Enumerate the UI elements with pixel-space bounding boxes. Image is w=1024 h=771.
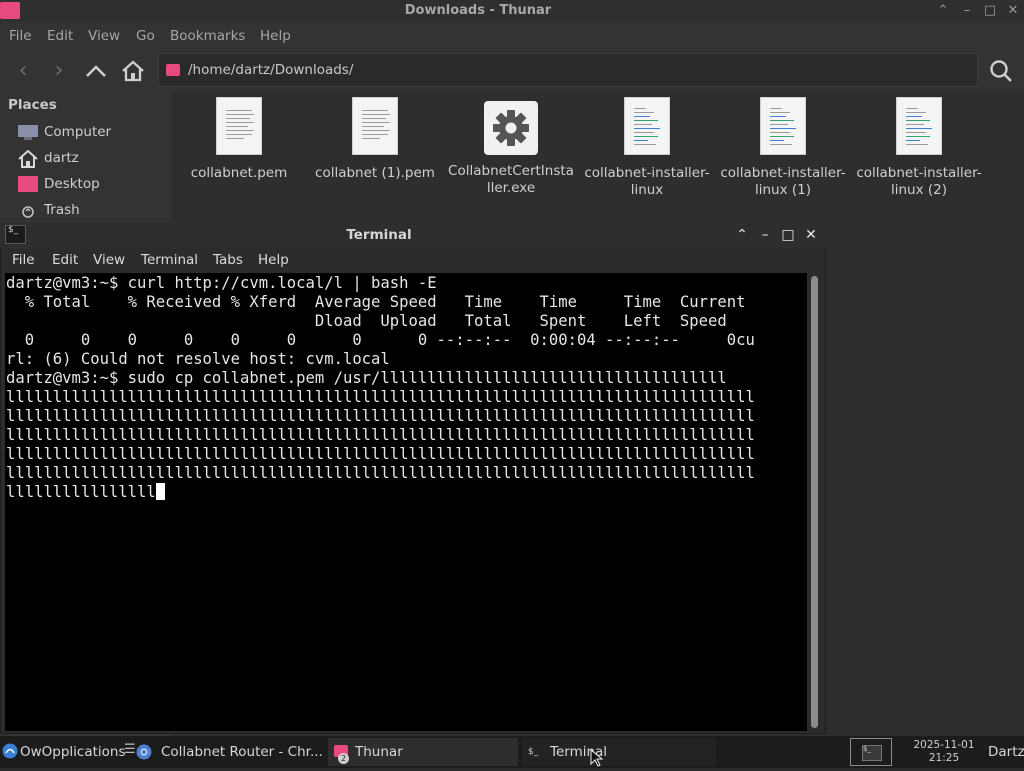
applications-menu-label[interactable]: OwOpplications [20,744,126,760]
terminal-line: rl: (6) Could not resolve host: cvm.loca… [6,350,390,368]
terminal-line: % Total % Received % Xferd Average Speed… [6,293,746,311]
chevron-up-icon[interactable]: ⌃ [733,226,751,244]
terminal-line: llllllllllllllllllllllllllllllllllllllll… [6,407,755,425]
home-icon [18,149,38,168]
task-label: Collabnet Router - Chr... [161,744,323,760]
script-document-icon [624,97,670,155]
forward-arrow-icon[interactable]: › [46,58,72,84]
terminal-menu-edit[interactable]: Edit [52,252,78,268]
gear-executable-icon [484,101,538,155]
thunar-menu-file[interactable]: File [9,28,32,44]
close-icon[interactable]: ✕ [1004,2,1022,20]
workspace-window-icon: $_ [862,745,882,761]
clock-date[interactable]: 2025-11-01 [896,739,992,751]
terminal-menu-file[interactable]: File [12,252,35,268]
terminal-screen[interactable]: dartz@vm3:~$ curl http://cvm.local/l | b… [5,273,807,731]
task-thunar[interactable]: 2 Thunar [328,738,518,766]
file-label: collabnet-installer-linux (2) [856,165,982,198]
file-item[interactable]: collabnet-installer-linux [582,97,712,199]
applications-menu-icon[interactable] [2,742,18,760]
place-home[interactable]: dartz [18,147,168,169]
folder-icon [166,64,180,76]
file-label: CollabnetCertInstaller.exe [448,163,574,196]
file-label: collabnet-installer-linux [584,165,710,198]
task-label: Thunar [355,744,403,760]
file-item[interactable]: CollabnetCertInstaller.exe [446,101,576,197]
terminal-menu-view[interactable]: View [93,252,125,268]
location-path[interactable]: /home/dartz/Downloads/ [188,62,353,78]
desktop-folder-icon [18,176,38,192]
chevron-up-icon[interactable]: ⌃ [934,2,952,20]
thunar-menu-edit[interactable]: Edit [47,28,73,44]
file-item[interactable]: collabnet.pem [174,97,304,182]
text-document-icon [352,97,398,155]
terminal-output: dartz@vm3:~$ curl http://cvm.local/l | b… [5,273,807,502]
place-label: dartz [44,150,79,166]
place-label: Trash [44,202,80,218]
terminal-line: llllllllllllllllllllllllllllllllllllllll… [6,388,755,406]
file-label: collabnet.pem [190,165,288,181]
thunar-menu-view[interactable]: View [88,28,120,44]
home-icon[interactable] [120,58,146,84]
terminal-scrollbar-thumb[interactable] [811,276,818,728]
user-name[interactable]: Dartz [988,744,1024,760]
terminal-menu-tabs[interactable]: Tabs [213,252,243,268]
workspace-switcher[interactable]: $_ [850,738,892,766]
maximize-icon[interactable]: □ [779,226,797,244]
terminal-menu-terminal[interactable]: Terminal [141,252,198,268]
terminal-line: llllllllllllllllllllllllllllllllllllllll… [6,464,755,482]
search-icon[interactable] [988,58,1014,84]
place-trash[interactable]: Trash [18,199,168,221]
place-label: Desktop [44,176,100,192]
terminal-line: Dload Upload Total Spent Left Speed [6,312,727,330]
place-label: Computer [44,124,112,140]
terminal-line: llllllllllllllllllllllllllllllllllllllll… [6,426,755,444]
window-count-badge: 2 [338,753,349,764]
terminal-line: llllllllllllllllllllllllllllllllllllllll… [6,445,755,463]
minimize-icon[interactable]: – [958,2,976,20]
parent-folder-icon[interactable] [84,58,108,84]
script-document-icon [896,97,942,155]
file-item[interactable]: collabnet-installer-linux (2) [854,97,984,199]
terminal-line: dartz@vm3:~$ curl http://cvm.local/l | b… [6,274,437,292]
thunar-menu-help[interactable]: Help [260,28,291,44]
thunar-menu-go[interactable]: Go [136,28,155,44]
terminal-cursor [155,483,165,500]
maximize-icon[interactable]: □ [981,2,999,20]
place-desktop[interactable]: Desktop [18,173,168,195]
minimize-icon[interactable]: – [756,226,774,244]
terminal-line: 0 0 0 0 0 0 0 0 --:--:-- 0:00:04 --:--:-… [6,331,755,349]
places-heading: Places [8,97,57,113]
trash-icon [18,202,38,218]
thunar-window-title: Downloads - Thunar [404,3,552,18]
script-document-icon [760,97,806,155]
file-item[interactable]: collabnet-installer-linux (1) [718,97,848,199]
back-arrow-icon[interactable]: ‹ [10,58,36,84]
terminal-icon: $_ [528,747,539,757]
close-icon[interactable]: ✕ [802,226,820,244]
terminal-window-title: Terminal [346,227,412,243]
terminal-line: dartz@vm3:~$ sudo cp collabnet.pem /usr/… [6,369,727,387]
task-chrome[interactable]: Collabnet Router - Chr... [132,738,324,766]
file-label: collabnet-installer-linux (1) [720,165,846,198]
computer-icon [18,124,38,140]
file-item[interactable]: collabnet (1).pem [310,97,440,182]
terminal-menu-help[interactable]: Help [258,252,289,268]
file-label: collabnet (1).pem [315,165,435,181]
clock-time[interactable]: 21:25 [896,752,992,764]
mouse-pointer-icon [590,748,604,767]
chrome-icon [136,744,152,760]
place-computer[interactable]: Computer [18,121,168,143]
thunar-menu-bookmarks[interactable]: Bookmarks [170,28,245,44]
text-document-icon [216,97,262,155]
terminal-line: llllllllllllllll [6,483,156,501]
task-terminal[interactable]: $_ Terminal [522,738,716,766]
